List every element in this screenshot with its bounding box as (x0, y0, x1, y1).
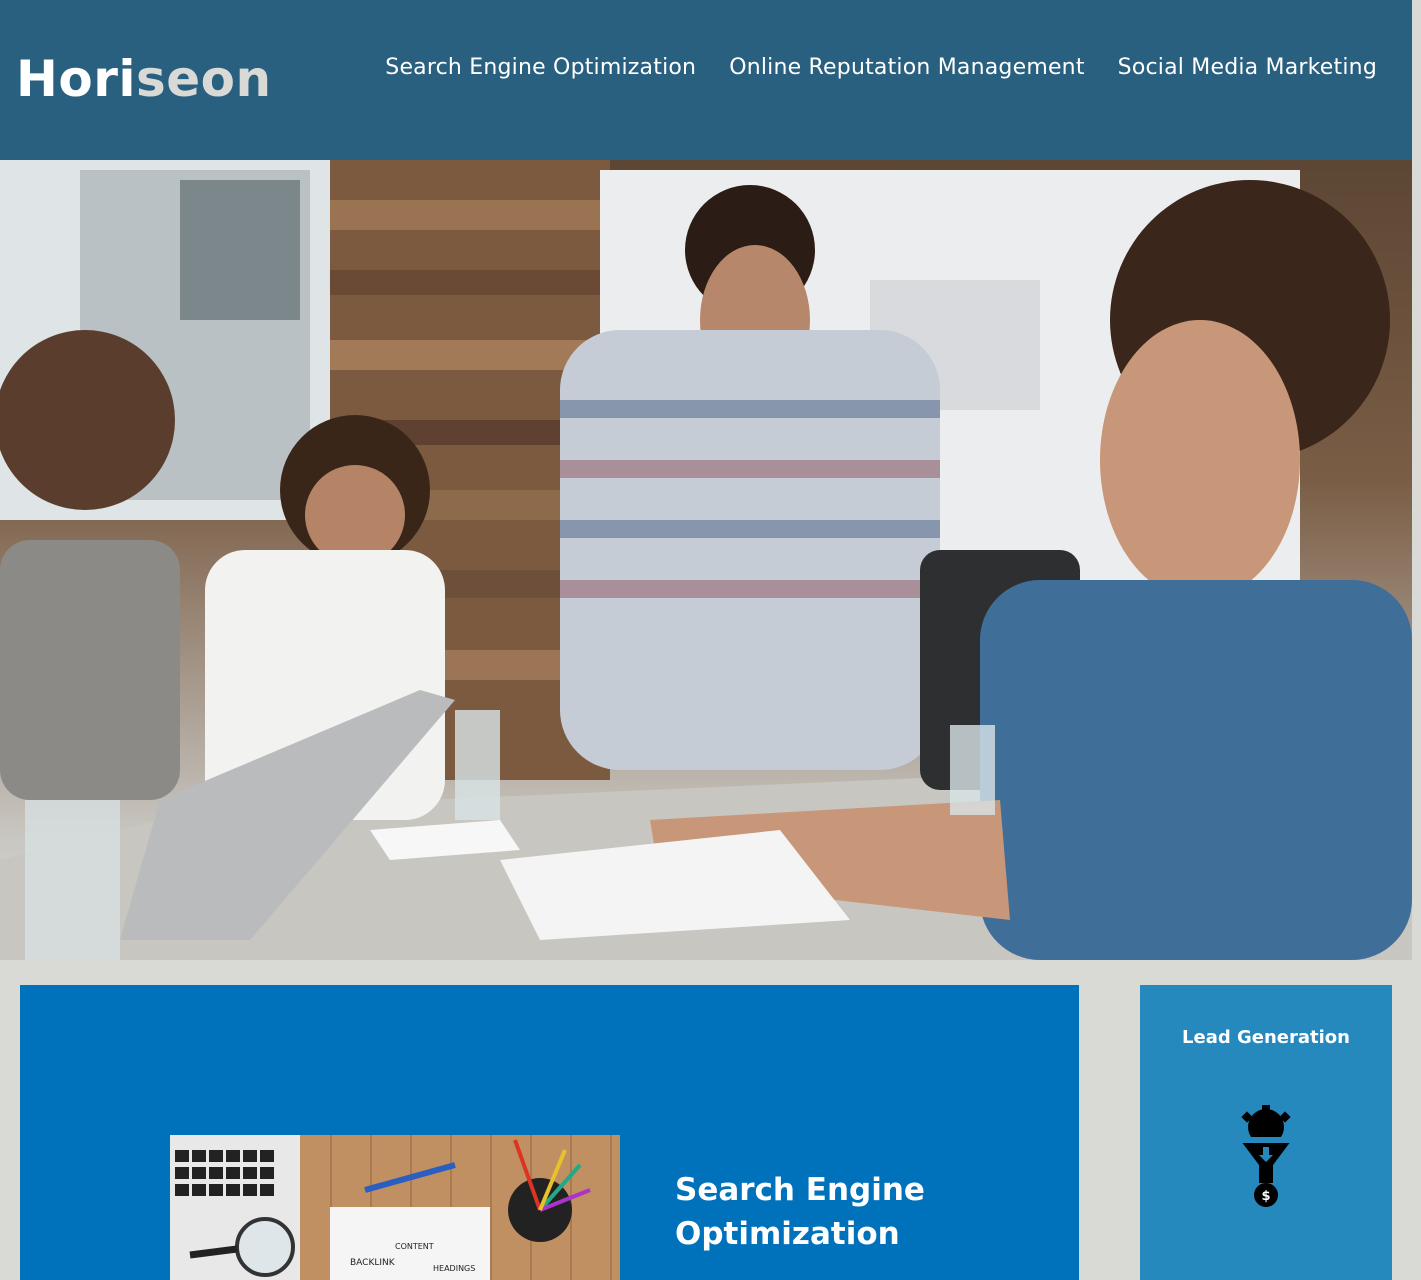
seo-image-word-headings: HEADINGS (433, 1264, 475, 1273)
site-logo[interactable]: Horiseon (16, 50, 272, 108)
logo-part-hori: Hori (16, 50, 136, 108)
seo-desk-illustration: CONTENT BACKLINK HEADINGS (170, 1135, 620, 1280)
seo-heading: Search Engine Optimization (675, 1172, 925, 1252)
seo-image-word-content: CONTENT (395, 1242, 434, 1251)
site-header: Horiseon Search Engine Optimization Onli… (0, 0, 1412, 160)
seo-image: CONTENT BACKLINK HEADINGS (170, 1135, 620, 1280)
main-nav: Search Engine Optimization Online Reputa… (385, 55, 1377, 80)
funnel-gear-dollar-icon: $ (1233, 1105, 1299, 1219)
svg-text:$: $ (1261, 1189, 1270, 1204)
hero-image (0, 160, 1412, 960)
logo-part-seon: seon (136, 50, 272, 108)
nav-link-online-reputation-management[interactable]: Online Reputation Management (729, 55, 1084, 80)
hero-photo-illustration (0, 160, 1412, 960)
lead-generation-heading: Lead Generation (1182, 1027, 1350, 1048)
nav-link-social-media-marketing[interactable]: Social Media Marketing (1118, 55, 1377, 80)
seo-image-word-backlink: BACKLINK (350, 1258, 396, 1268)
main-content: CONTENT BACKLINK HEADINGS Search Engine … (20, 985, 1079, 1280)
nav-link-search-engine-optimization[interactable]: Search Engine Optimization (385, 55, 696, 80)
benefits-sidebar: Lead Generation $ (1140, 985, 1392, 1280)
